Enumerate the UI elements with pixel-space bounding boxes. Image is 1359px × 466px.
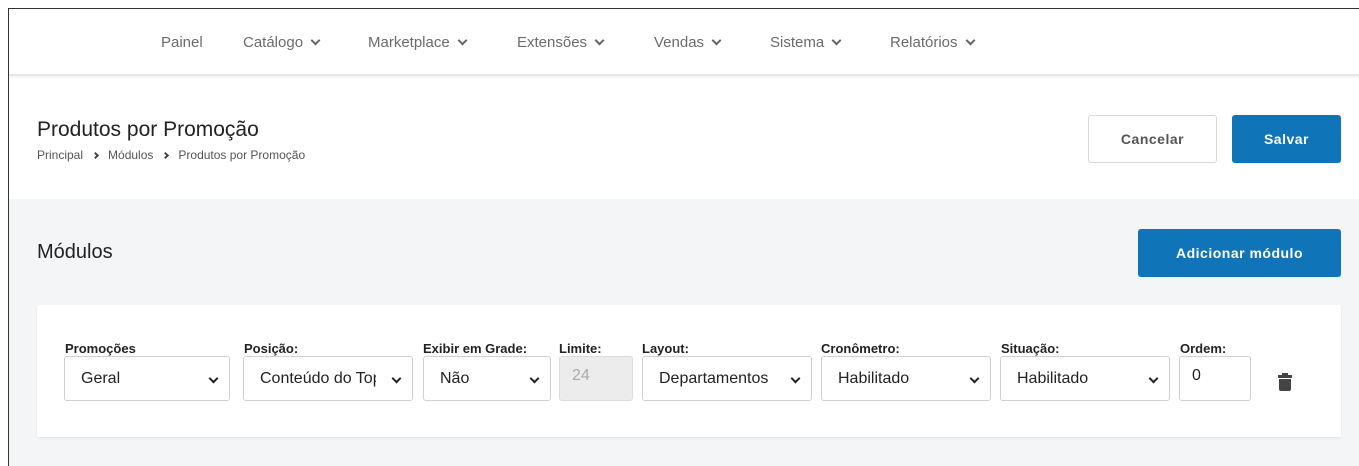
nav-item-label: Sistema <box>770 34 825 51</box>
chevron-right-icon <box>91 151 100 159</box>
nav-item-marketplace[interactable]: Marketplace <box>368 34 468 51</box>
chevron-down-icon <box>457 35 468 46</box>
save-button[interactable]: Salvar <box>1232 115 1341 163</box>
top-navigation: Painel Catálogo Marketplace Extensões Ve… <box>9 9 1359 76</box>
nav-item-label: Painel <box>161 34 203 51</box>
situacao-value: Habilitado <box>1017 369 1089 387</box>
layout-select[interactable]: Departamentos <box>642 356 812 401</box>
add-module-button[interactable]: Adicionar módulo <box>1138 229 1341 277</box>
situacao-label: Situação: <box>1001 341 1060 356</box>
posicao-value: Conteúdo do Topo <box>260 369 391 387</box>
chevron-down-icon <box>965 35 975 46</box>
cancel-button[interactable]: Cancelar <box>1088 115 1217 163</box>
exibir-grade-value: Não <box>440 369 470 387</box>
layout-value: Departamentos <box>659 369 769 387</box>
cronometro-value: Habilitado <box>838 369 910 387</box>
chevron-down-icon <box>1148 373 1159 384</box>
chevron-down-icon <box>310 35 321 46</box>
breadcrumb-item-principal[interactable]: Principal <box>37 148 83 162</box>
nav-item-label: Marketplace <box>368 34 450 51</box>
exibir-grade-select[interactable]: Não <box>423 356 551 401</box>
breadcrumb-item-current[interactable]: Produtos por Promoção <box>178 148 305 162</box>
cronometro-select[interactable]: Habilitado <box>821 356 991 401</box>
chevron-down-icon <box>529 373 540 384</box>
chevron-down-icon <box>831 35 842 46</box>
app-frame: Painel Catálogo Marketplace Extensões Ve… <box>8 8 1359 466</box>
promocoes-select[interactable]: Geral <box>64 356 230 401</box>
modules-section-title: Módulos <box>37 241 113 263</box>
nav-item-painel[interactable]: Painel <box>161 34 203 51</box>
posicao-label: Posição: <box>244 341 299 356</box>
nav-item-label: Relatórios <box>890 34 958 51</box>
chevron-down-icon <box>208 373 219 384</box>
layout-label: Layout: <box>642 341 689 356</box>
situacao-select[interactable]: Habilitado <box>1000 356 1170 401</box>
nav-item-label: Catálogo <box>243 34 304 51</box>
nav-item-sistema[interactable]: Sistema <box>770 34 842 51</box>
chevron-down-icon <box>969 373 980 384</box>
chevron-right-icon <box>162 151 170 159</box>
nav-item-extensoes[interactable]: Extensões <box>517 34 605 51</box>
ordem-input[interactable]: 0 <box>1179 356 1251 401</box>
limite-input: 24 <box>559 356 633 401</box>
nav-item-label: Vendas <box>654 34 705 51</box>
promocoes-label: Promoções <box>65 341 136 356</box>
breadcrumb: Principal Módulos Produtos por Promoção <box>37 148 305 162</box>
cronometro-label: Cronômetro: <box>821 341 900 356</box>
trash-icon[interactable] <box>1278 373 1292 391</box>
posicao-select[interactable]: Conteúdo do Topo <box>243 356 413 401</box>
breadcrumb-item-modulos[interactable]: Módulos <box>108 148 153 162</box>
nav-item-catalogo[interactable]: Catálogo <box>243 34 321 51</box>
chevron-down-icon <box>711 35 722 46</box>
page-header: Produtos por Promoção Principal Módulos … <box>9 78 1359 199</box>
nav-item-vendas[interactable]: Vendas <box>654 34 722 51</box>
exibir-grade-label: Exibir em Grade: <box>423 341 528 356</box>
chevron-down-icon <box>594 35 605 46</box>
nav-item-label: Extensões <box>517 34 588 51</box>
ordem-label: Ordem: <box>1180 341 1227 356</box>
page-title: Produtos por Promoção <box>37 118 259 141</box>
module-row-card: Promoções Geral Posição: Conteúdo do Top… <box>37 305 1341 437</box>
promocoes-value: Geral <box>81 369 121 387</box>
nav-item-relatorios[interactable]: Relatórios <box>890 34 975 51</box>
limite-label: Limite: <box>559 341 602 356</box>
